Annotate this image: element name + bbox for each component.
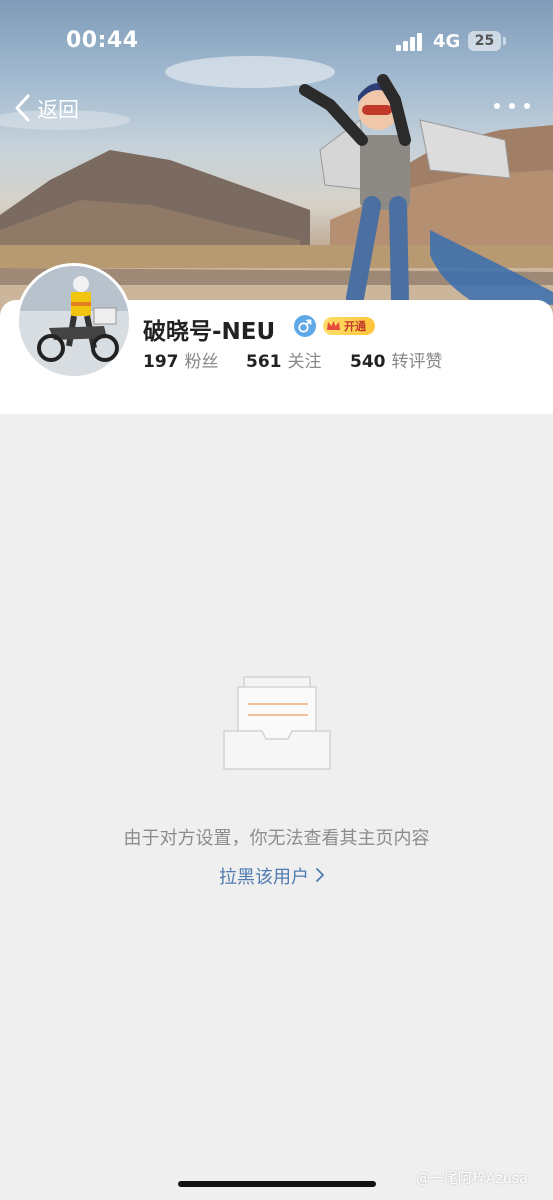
chevron-right-icon xyxy=(316,868,325,882)
vip-label: 开通 xyxy=(344,320,366,333)
crown-icon xyxy=(327,321,340,330)
avatar[interactable] xyxy=(16,263,132,379)
empty-message: 由于对方设置，你无法查看其主页内容 xyxy=(123,828,430,849)
followers-label: 粉丝 xyxy=(184,352,219,372)
battery-icon: 25 xyxy=(468,31,506,51)
avatar-image xyxy=(19,266,129,376)
back-label: 返回 xyxy=(37,98,79,122)
status-bar: 00:44 4G 25 xyxy=(0,0,553,80)
empty-inbox-icon xyxy=(223,676,331,770)
vip-badge[interactable]: 开通 xyxy=(323,317,375,335)
following-stat[interactable]: 561 关注 xyxy=(246,347,322,372)
reposts-count: 540 xyxy=(350,352,386,372)
battery-level: 25 xyxy=(468,31,501,51)
block-user-link[interactable]: 拉黑该用户 xyxy=(219,863,325,889)
reposts-stat[interactable]: 540 转评赞 xyxy=(350,347,443,372)
username: 破晓号-NEU xyxy=(143,319,276,345)
network-label: 4G xyxy=(433,31,461,52)
watermark: @一尾阿梓Azusa xyxy=(416,1171,528,1187)
home-indicator[interactable] xyxy=(178,1181,376,1187)
following-count: 561 xyxy=(246,352,282,372)
chevron-left-icon xyxy=(15,94,30,122)
followers-count: 197 xyxy=(143,352,179,372)
block-user-label: 拉黑该用户 xyxy=(219,867,309,888)
followers-stat[interactable]: 197 粉丝 xyxy=(143,347,219,372)
more-dots-icon[interactable] xyxy=(490,94,534,118)
signal-icon xyxy=(396,33,422,51)
status-time: 00:44 xyxy=(66,28,139,53)
reposts-label: 转评赞 xyxy=(391,352,443,372)
following-label: 关注 xyxy=(287,352,322,372)
male-icon xyxy=(294,315,316,337)
